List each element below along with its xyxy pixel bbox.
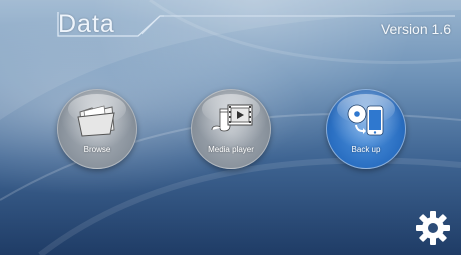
tile-label: Browse [83, 145, 111, 154]
backup-button[interactable]: Back up [326, 89, 406, 169]
page-title: Data [58, 10, 115, 38]
tile-label: Media player [208, 145, 254, 154]
main-screen: Data Version 1.6 Browse Media player Bac… [0, 0, 461, 255]
browse-button[interactable]: Browse [57, 89, 137, 169]
tile-label: Back up [351, 145, 381, 154]
gear-icon[interactable] [415, 210, 451, 246]
version-label: Version 1.6 [380, 21, 451, 37]
disc-phone-icon [347, 104, 384, 136]
music-film-icon [211, 104, 253, 132]
media-player-button[interactable]: Media player [191, 89, 271, 169]
header-bar: Data Version 1.6 [0, 0, 461, 44]
folder-icon [77, 105, 115, 137]
